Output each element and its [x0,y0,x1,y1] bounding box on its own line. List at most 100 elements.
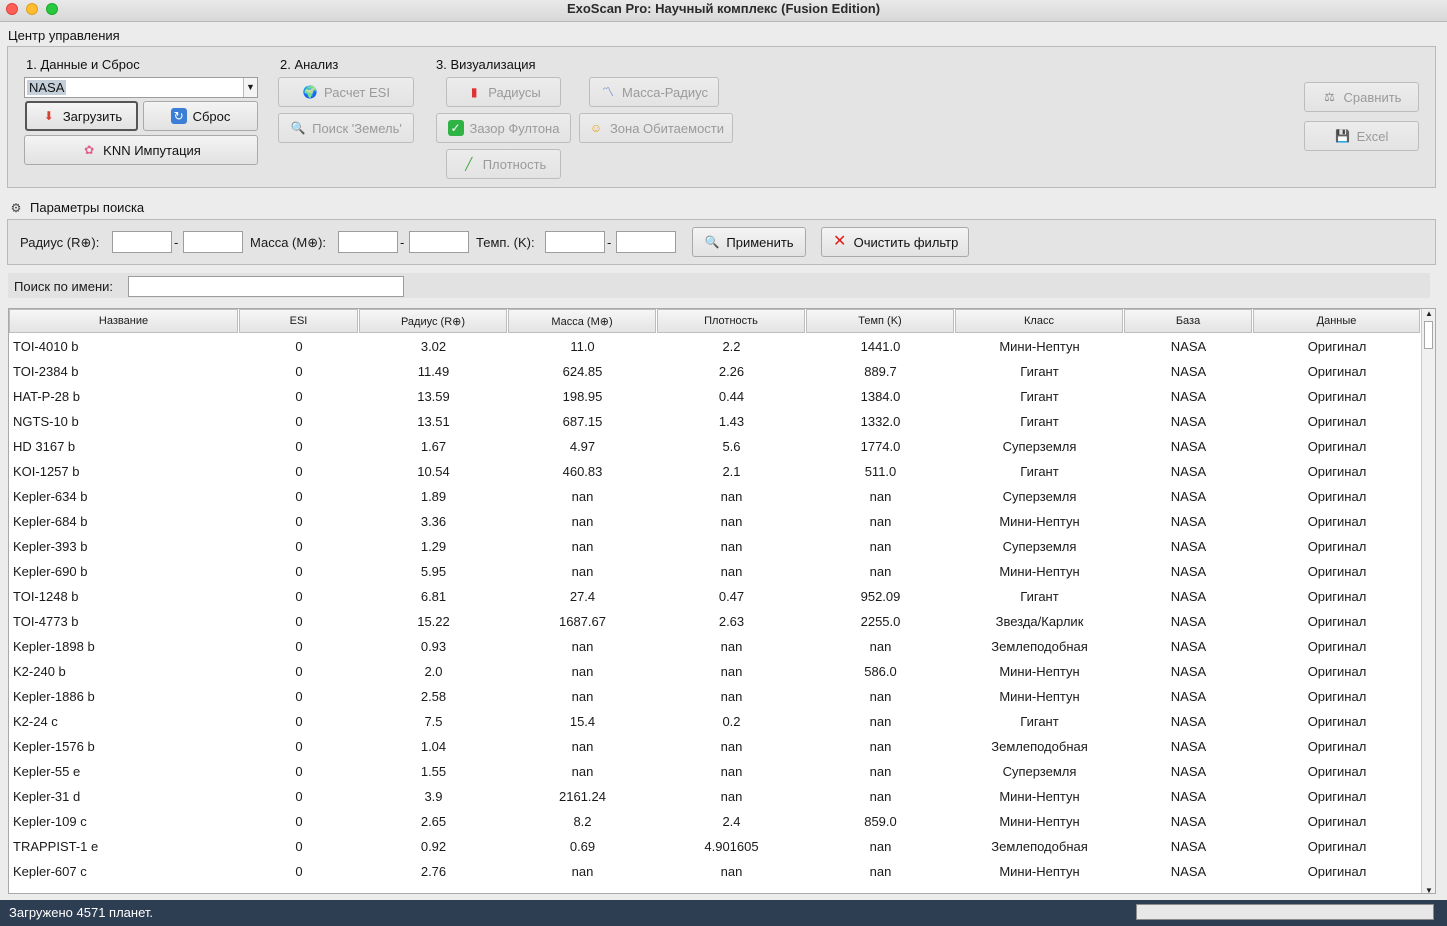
fulton-gap-button[interactable]: ✓ Зазор Фултона [436,113,571,143]
table-cell: 2.26 [718,364,745,379]
knn-label: KNN Импутация [103,142,201,158]
magnifier-icon: 🔍 [290,121,306,135]
apply-filter-button[interactable]: 🔍 Применить [692,227,806,257]
temp-min-input[interactable] [545,231,605,253]
temp-max-input[interactable] [616,231,676,253]
column-header[interactable]: Темп (K) [806,309,954,333]
table-cell: Kepler-1576 b [13,739,95,754]
column-header[interactable]: Класс [955,309,1123,333]
column-header[interactable]: Плотность [657,309,805,333]
name-search-input[interactable] [128,276,404,297]
chevron-down-icon[interactable]: ▼ [243,78,257,97]
table-cell: Оригинал [1307,364,1367,379]
data-source-select[interactable]: NASA ▼ [24,77,258,98]
table-cell: 2.76 [420,864,447,879]
table-cell: 4.97 [569,439,596,454]
scroll-down-icon[interactable]: ▼ [1422,886,1435,893]
load-button[interactable]: ⬇ Загрузить [25,101,138,131]
table-row[interactable]: Kepler-1576 b 0 1.04 nan nan nan Землеподобная… [9,734,1421,759]
clear-label: Очистить фильтр [853,234,959,250]
reset-button[interactable]: ↻ Сброс [143,101,258,131]
table-row[interactable]: Kepler-1898 b 0 0.93 nan nan nan Землеподобная… [9,634,1421,659]
data-reset-heading: 1. Данные и Сброс [26,57,140,72]
table-row[interactable]: Kepler-31 d 0 3.9 2161.24 nan nan Мини-Нептун N… [9,784,1421,809]
table-cell: nan [720,739,743,754]
radius-min-input[interactable] [112,231,172,253]
table-cell: nan [571,514,594,529]
title-bar: ExoScan Pro: Научный комплекс (Fusion Ed… [0,0,1447,22]
table-cell: NASA [1170,439,1207,454]
table-cell: Мини-Нептун [999,789,1080,804]
column-header[interactable]: Масса (M⊕) [508,309,656,333]
mass-radius-label: Масса-Радиус [622,84,708,100]
refresh-icon: ↻ [170,108,187,124]
table-cell: 0 [295,689,303,704]
column-header[interactable]: ESI [239,309,358,333]
temp-dash: - [607,235,612,250]
table-row[interactable]: Kepler-607 c 0 2.76 nan nan nan Мини-Нептун NAS… [9,859,1421,884]
column-header[interactable]: Радиус (R⊕) [359,309,507,333]
table-cell: nan [571,539,594,554]
column-header[interactable]: Название [9,309,238,333]
esi-calc-button[interactable]: 🌍 Расчет ESI [278,77,414,107]
table-cell: TOI-4773 b [13,614,79,629]
table-cell: NASA [1170,664,1207,679]
radii-chart-button[interactable]: ▮ Радиусы [446,77,561,107]
table-cell: KOI-1257 b [13,464,80,479]
table-cell: 0 [295,814,303,829]
table-row[interactable]: TOI-1248 b 0 6.81 27.4 0.47 952.09 Гигант NASA О… [9,584,1421,609]
radii-label: Радиусы [488,84,541,100]
table-header: Название ESI Радиус (R⊕) Масса (M⊕) Плотност… [9,309,1421,333]
table-row[interactable]: Kepler-684 b 0 3.36 nan nan nan Мини-Нептун NAS… [9,509,1421,534]
table-row[interactable]: KOI-1257 b 0 10.54 460.83 2.1 511.0 Гигант NASA… [9,459,1421,484]
column-header[interactable]: База [1124,309,1252,333]
table-row[interactable]: TRAPPIST-1 e 0 0.92 0.69 4.901605 nan Землепод… [9,834,1421,859]
table-scrollbar[interactable]: ▲ ▼ [1421,309,1435,893]
table-cell: NASA [1170,514,1207,529]
mass-min-input[interactable] [338,231,398,253]
mass-radius-button[interactable]: 〽 Масса-Радиус [589,77,719,107]
table-cell: nan [720,789,743,804]
table-row[interactable]: TOI-4010 b 0 3.02 11.0 2.2 1441.0 Мини-Нептун N… [9,334,1421,359]
table-row[interactable]: TOI-2384 b 0 11.49 624.85 2.26 889.7 Гигант NAS… [9,359,1421,384]
table-row[interactable]: Kepler-690 b 0 5.95 nan nan nan Мини-Нептун NAS… [9,559,1421,584]
table-row[interactable]: Kepler-393 b 0 1.29 nan nan nan Суперземля NASA… [9,534,1421,559]
table-row[interactable]: K2-240 b 0 2.0 nan nan 586.0 Мини-Нептун NASA Ор… [9,659,1421,684]
table-row[interactable]: Kepler-55 e 0 1.55 nan nan nan Суперземля NASA О… [9,759,1421,784]
table-cell: Kepler-607 c [13,864,87,879]
clear-filter-button[interactable]: ✕ Очистить фильтр [821,227,969,257]
planets-table: Название ESI Радиус (R⊕) Масса (M⊕) Плотност… [8,308,1436,894]
floppy-disk-icon: 💾 [1335,129,1351,143]
scrollbar-thumb[interactable] [1424,321,1433,349]
table-row[interactable]: K2-24 c 0 7.5 15.4 0.2 nan Гигант NASA Оригинал [9,709,1421,734]
mass-max-input[interactable] [409,231,469,253]
earth-search-button[interactable]: 🔍 Поиск 'Земель' [278,113,414,143]
table-cell: Оригинал [1307,789,1367,804]
table-row[interactable]: Kepler-634 b 0 1.89 nan nan nan Суперземля NASA… [9,484,1421,509]
scroll-up-icon[interactable]: ▲ [1422,309,1435,318]
table-row[interactable]: NGTS-10 b 0 13.51 687.15 1.43 1332.0 Гигант NAS… [9,409,1421,434]
radius-max-input[interactable] [183,231,243,253]
knn-imputation-button[interactable]: ✿ KNN Импутация [24,135,258,165]
table-row[interactable]: Kepler-1886 b 0 2.58 nan nan nan Мини-Нептун NA… [9,684,1421,709]
density-button[interactable]: ╱ Плотность [446,149,561,179]
table-cell: 3.9 [424,789,443,804]
table-row[interactable]: TOI-4773 b 0 15.22 1687.67 2.63 2255.0 Звезда/… [9,609,1421,634]
habitable-zone-button[interactable]: ☺ Зона Обитаемости [579,113,733,143]
table-row[interactable]: HD 3167 b 0 1.67 4.97 5.6 1774.0 Суперземля NAS… [9,434,1421,459]
table-cell: 0 [295,789,303,804]
column-header[interactable]: Данные [1253,309,1420,333]
check-icon: ✓ [447,120,464,136]
table-cell: Оригинал [1307,864,1367,879]
table-cell: 0 [295,589,303,604]
table-cell: 10.54 [417,464,450,479]
apply-label: Применить [726,234,794,250]
table-cell: nan [571,739,594,754]
table-cell: nan [869,689,892,704]
compare-button[interactable]: ⚖ Сравнить [1304,82,1419,112]
table-cell: 0 [295,764,303,779]
excel-export-button[interactable]: 💾 Excel [1304,121,1419,151]
table-cell: 0 [295,864,303,879]
table-row[interactable]: Kepler-109 c 0 2.65 8.2 2.4 859.0 Мини-Нептун N… [9,809,1421,834]
table-row[interactable]: HAT-P-28 b 0 13.59 198.95 0.44 1384.0 Гигант NA… [9,384,1421,409]
